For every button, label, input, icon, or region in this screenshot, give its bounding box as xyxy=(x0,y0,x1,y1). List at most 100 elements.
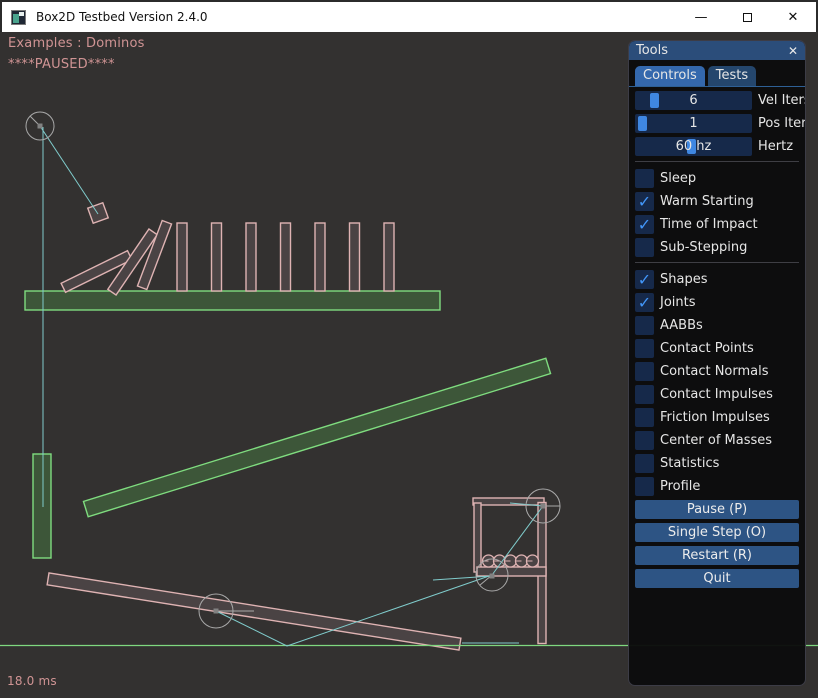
checkbox-label: Profile xyxy=(660,479,700,494)
checkbox-friction-impulses[interactable] xyxy=(635,408,654,427)
checkbox-row: Center of Masses xyxy=(635,431,799,450)
domino-standing xyxy=(212,223,222,291)
checkbox-center-of-masses[interactable] xyxy=(635,431,654,450)
checkbox-row: ✓ Time of Impact xyxy=(635,215,799,234)
check-icon: ✓ xyxy=(638,194,651,210)
maximize-icon xyxy=(743,13,752,22)
checkbox-label: Contact Points xyxy=(660,341,754,356)
slider-value: 60 hz xyxy=(635,137,752,156)
angled-plank xyxy=(83,358,550,516)
slider-vel-iters[interactable]: 6 xyxy=(635,91,752,110)
app-icon xyxy=(11,10,26,25)
tools-title: Tools xyxy=(636,43,668,58)
vertical-plank xyxy=(33,454,51,558)
frame-shelf xyxy=(477,567,546,576)
checkbox-row: Contact Normals xyxy=(635,362,799,381)
checkbox-contact-impulses[interactable] xyxy=(635,385,654,404)
checkbox-label: Sleep xyxy=(660,171,696,186)
checkbox-sub-stepping[interactable] xyxy=(635,238,654,257)
tab-bar: ControlsTests xyxy=(629,66,805,87)
checkbox-row: Contact Points xyxy=(635,339,799,358)
separator xyxy=(635,262,799,263)
checkbox-label: Statistics xyxy=(660,456,719,471)
slider-row: 6Vel Iters xyxy=(635,91,799,110)
checkbox-warm-starting[interactable]: ✓ xyxy=(635,192,654,211)
check-icon: ✓ xyxy=(638,295,651,311)
tools-window: Tools ✕ ControlsTests 6Vel Iters1Pos Ite… xyxy=(628,40,806,686)
window-title: Box2D Testbed Version 2.4.0 xyxy=(36,10,208,24)
checkbox-joints[interactable]: ✓ xyxy=(635,293,654,312)
checkbox-label: Shapes xyxy=(660,272,707,287)
joint-anchor xyxy=(38,124,43,129)
slider-label: Hertz xyxy=(758,139,793,154)
checkbox-row: Contact Impulses xyxy=(635,385,799,404)
domino-standing xyxy=(246,223,256,291)
simulation-canvas[interactable]: Examples : Dominos ****PAUSED**** 18.0 m… xyxy=(0,32,818,698)
checkbox-profile[interactable] xyxy=(635,477,654,496)
checkbox-aabbs[interactable] xyxy=(635,316,654,335)
checkbox-label: Contact Impulses xyxy=(660,387,773,402)
pause-p-button[interactable]: Pause (P) xyxy=(635,500,799,519)
checkbox-label: Friction Impulses xyxy=(660,410,770,425)
checkbox-time-of-impact[interactable]: ✓ xyxy=(635,215,654,234)
checkbox-label: Time of Impact xyxy=(660,217,758,232)
slider-pos-iters[interactable]: 1 xyxy=(635,114,752,133)
quit-button[interactable]: Quit xyxy=(635,569,799,588)
checkbox-contact-points[interactable] xyxy=(635,339,654,358)
check-icon: ✓ xyxy=(638,217,651,233)
joint-line xyxy=(40,126,98,214)
frame-top-beam xyxy=(473,498,544,505)
domino-standing xyxy=(177,223,187,291)
tools-titlebar[interactable]: Tools ✕ xyxy=(629,41,805,60)
checkbox-label: Contact Normals xyxy=(660,364,769,379)
minimize-button[interactable]: — xyxy=(678,2,724,32)
checkbox-label: Center of Masses xyxy=(660,433,772,448)
checkbox-label: Sub-Stepping xyxy=(660,240,747,255)
paused-indicator: ****PAUSED**** xyxy=(8,57,115,72)
checkbox-sleep[interactable] xyxy=(635,169,654,188)
joint-anchor xyxy=(490,574,495,579)
single-step-o-button[interactable]: Single Step (O) xyxy=(635,523,799,542)
checkbox-label: Warm Starting xyxy=(660,194,754,209)
checkbox-label: AABBs xyxy=(660,318,703,333)
checkbox-label: Joints xyxy=(660,295,696,310)
separator xyxy=(635,161,799,162)
slider-value: 1 xyxy=(635,114,752,133)
slider-label: Vel Iters xyxy=(758,93,806,108)
joint-anchor xyxy=(541,504,546,509)
close-button[interactable]: ✕ xyxy=(770,2,816,32)
window-titlebar: Box2D Testbed Version 2.4.0 — ✕ xyxy=(0,0,818,32)
domino-standing xyxy=(315,223,325,291)
domino-standing xyxy=(384,223,394,291)
checkbox-row: ✓ Shapes xyxy=(635,270,799,289)
tab-controls[interactable]: Controls xyxy=(635,66,705,86)
checkbox-row: ✓ Warm Starting xyxy=(635,192,799,211)
frame-time-status: 18.0 ms xyxy=(7,674,57,688)
maximize-button[interactable] xyxy=(724,2,770,32)
checkbox-contact-normals[interactable] xyxy=(635,362,654,381)
slider-value: 6 xyxy=(635,91,752,110)
checkbox-row: Friction Impulses xyxy=(635,408,799,427)
slider-row: 60 hz Hertz xyxy=(635,137,799,156)
tab-tests[interactable]: Tests xyxy=(708,66,756,86)
frame-left-post xyxy=(474,503,481,572)
domino-standing xyxy=(350,223,360,291)
tools-close-icon[interactable]: ✕ xyxy=(788,45,798,57)
checkbox-statistics[interactable] xyxy=(635,454,654,473)
slider-row: 1Pos Iters xyxy=(635,114,799,133)
checkbox-row: Sub-Stepping xyxy=(635,238,799,257)
checkbox-row: Profile xyxy=(635,477,799,496)
check-icon: ✓ xyxy=(638,272,651,288)
domino-platform xyxy=(25,291,440,310)
slider-hertz[interactable]: 60 hz xyxy=(635,137,752,156)
checkbox-shapes[interactable]: ✓ xyxy=(635,270,654,289)
example-title: Examples : Dominos xyxy=(8,36,145,51)
checkbox-row: Statistics xyxy=(635,454,799,473)
domino-standing xyxy=(281,223,291,291)
slider-label: Pos Iters xyxy=(758,116,806,131)
checkbox-row: AABBs xyxy=(635,316,799,335)
checkbox-row: Sleep xyxy=(635,169,799,188)
restart-r-button[interactable]: Restart (R) xyxy=(635,546,799,565)
checkbox-row: ✓ Joints xyxy=(635,293,799,312)
pendulum-bob xyxy=(88,203,109,224)
